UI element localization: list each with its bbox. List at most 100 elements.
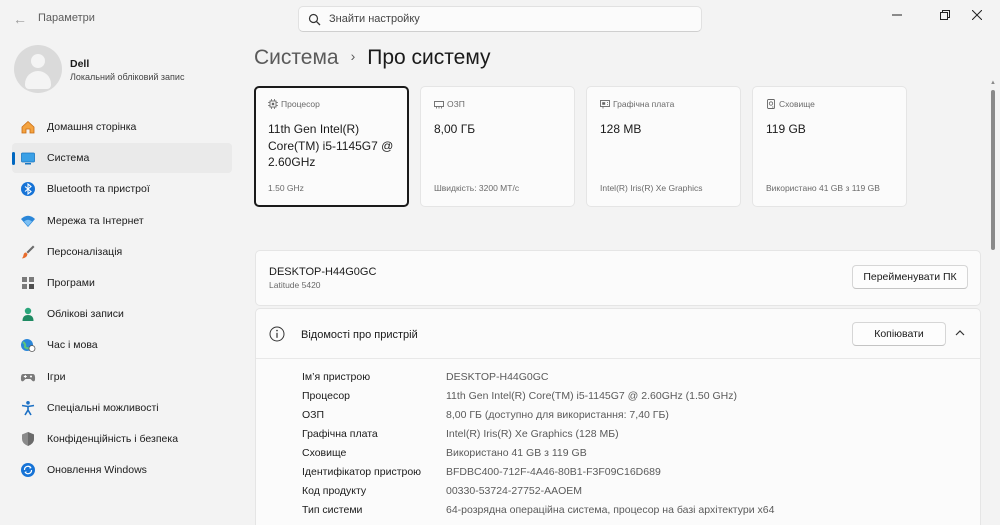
gamepad-icon xyxy=(20,373,36,381)
rename-pc-button[interactable]: Перейменувати ПК xyxy=(852,265,968,289)
user-name: Dell xyxy=(70,58,90,70)
card-label: Процесор xyxy=(281,99,320,109)
avatar[interactable] xyxy=(14,45,62,93)
scroll-up-icon[interactable]: ▲ xyxy=(990,80,996,86)
spec-key: Тип системи xyxy=(302,504,363,516)
spec-row: Сховище Використано 41 GB з 119 GB xyxy=(302,447,962,466)
sidebar-item-label: Час і мова xyxy=(47,339,98,352)
windows-update-icon xyxy=(21,463,35,478)
card-processor[interactable]: Процесор 11th Gen Intel(R) Core(TM) i5-1… xyxy=(254,86,409,207)
paint-brush-icon xyxy=(22,245,35,259)
sidebar-item-privacy[interactable]: Конфіденційність і безпека xyxy=(12,424,232,454)
pc-name-panel: DESKTOP-H44G0GC Latitude 5420 Перейменув… xyxy=(255,250,981,306)
spec-row: Тип системи 64-розрядна операційна систем… xyxy=(302,504,962,523)
spec-key: Процесор xyxy=(302,390,351,402)
card-ram[interactable]: ОЗП 8,00 ГБ Швидкість: 3200 MT/с xyxy=(420,86,575,207)
device-specs-header[interactable]: Відомості про пристрій Копіювати xyxy=(256,309,980,359)
card-subtext: 1.50 GHz xyxy=(268,183,304,193)
spec-row: Ім’я пристрою DESKTOP-H44G0GC xyxy=(302,371,962,390)
spec-row: Процесор 11th Gen Intel(R) Core(TM) i5-11… xyxy=(302,390,962,409)
chevron-up-icon[interactable] xyxy=(954,327,966,339)
breadcrumb: Система › Про систему xyxy=(254,46,491,70)
gpu-icon xyxy=(600,100,610,109)
spec-key: ОЗП xyxy=(302,409,325,421)
card-value: 119 GB xyxy=(766,122,806,136)
sidebar-item-accessibility[interactable]: Спеціальні можливості xyxy=(12,393,232,423)
chevron-right-icon: › xyxy=(350,48,356,64)
sidebar-item-network[interactable]: Мережа та Інтернет xyxy=(12,206,232,236)
card-storage[interactable]: Сховище 119 GB Використано 41 GB з 119 G… xyxy=(752,86,907,207)
system-monitor-icon xyxy=(21,152,35,165)
spec-value[interactable]: DESKTOP-H44G0GC xyxy=(446,371,549,383)
search-icon xyxy=(308,13,321,26)
time-language-icon xyxy=(21,339,36,353)
sidebar-item-accounts[interactable]: Облікові записи xyxy=(12,299,232,329)
wifi-icon xyxy=(21,215,35,227)
sidebar-item-personalization[interactable]: Персоналізація xyxy=(12,237,232,267)
spec-value[interactable]: Використано 41 GB з 119 GB xyxy=(446,447,587,459)
device-specs-title: Відомості про пристрій xyxy=(301,329,418,341)
spec-key: Код продукту xyxy=(302,485,367,497)
scrollbar-thumb[interactable] xyxy=(991,90,995,250)
sidebar-item-label: Оновлення Windows xyxy=(47,464,147,477)
sidebar-item-apps[interactable]: Програми xyxy=(12,268,232,298)
search-input[interactable] xyxy=(329,10,689,28)
cpu-icon xyxy=(268,99,278,109)
shield-icon xyxy=(22,431,34,446)
card-value: 11th Gen Intel(R) Core(TM) i5-1145G7 @ 2… xyxy=(268,122,394,169)
sidebar-item-time-language[interactable]: Час і мова xyxy=(12,330,232,360)
copy-button[interactable]: Копіювати xyxy=(852,322,946,346)
sidebar-nav: Домашня сторінка Система Bluetooth та пр… xyxy=(12,112,232,486)
card-graphics[interactable]: Графічна плата 128 MB Intel(R) Iris(R) X… xyxy=(586,86,741,207)
card-label: ОЗП xyxy=(447,99,465,109)
spec-value[interactable]: Intel(R) Iris(R) Xe Graphics (128 МБ) xyxy=(446,428,619,440)
home-icon xyxy=(21,120,35,134)
pc-name: DESKTOP-H44G0GC xyxy=(269,266,377,278)
sidebar-item-label: Персоналізація xyxy=(47,245,123,258)
sidebar-item-home[interactable]: Домашня сторінка xyxy=(12,112,232,142)
user-account-type: Локальний обліковий запис xyxy=(70,72,185,82)
sidebar-item-label: Конфіденційність і безпека xyxy=(47,432,179,445)
sidebar-item-label: Домашня сторінка xyxy=(47,121,137,133)
scrollbar[interactable]: ▲ xyxy=(990,80,996,525)
info-icon xyxy=(269,326,285,342)
spec-value[interactable]: 8,00 ГБ (доступно для використання: 7,40… xyxy=(446,409,669,421)
spec-key: Графічна плата xyxy=(302,428,378,440)
minimize-icon xyxy=(892,14,902,16)
app-title: Параметри xyxy=(38,12,95,24)
page-title: Про систему xyxy=(367,46,491,69)
back-arrow-icon[interactable]: ← xyxy=(10,10,30,28)
spec-value[interactable]: 11th Gen Intel(R) Core(TM) i5-1145G7 @ 2… xyxy=(446,390,737,402)
minimize-button[interactable] xyxy=(874,4,920,26)
breadcrumb-parent[interactable]: Система xyxy=(254,46,339,69)
card-value: 128 MB xyxy=(600,122,642,136)
spec-row: Графічна плата Intel(R) Iris(R) Xe Graphi… xyxy=(302,428,962,447)
spec-value[interactable]: 64-розрядна операційна система, процесор… xyxy=(446,504,774,516)
sidebar-item-system[interactable]: Система xyxy=(12,143,232,174)
accessibility-icon xyxy=(21,400,35,416)
sidebar-item-gaming[interactable]: Ігри xyxy=(12,362,232,392)
spec-row: Ідентифікатор пристрою BFDBC400-712F-4A46… xyxy=(302,466,962,485)
sidebar-item-label: Мережа та Інтернет xyxy=(47,214,144,227)
apps-icon xyxy=(22,276,34,289)
close-button[interactable] xyxy=(954,4,1000,26)
storage-icon xyxy=(767,99,775,109)
sidebar-item-windows-update[interactable]: Оновлення Windows xyxy=(12,455,232,485)
sidebar-item-label: Програми xyxy=(47,276,95,289)
spec-value[interactable]: BFDBC400-712F-4A46-80B1-F3F09C16D689 xyxy=(446,466,661,478)
spec-row: ОЗП 8,00 ГБ (доступно для використання: 7… xyxy=(302,409,962,428)
ram-icon xyxy=(434,101,444,109)
bluetooth-icon xyxy=(21,182,35,197)
spec-key: Ідентифікатор пристрою xyxy=(302,466,422,478)
restore-icon xyxy=(940,10,950,20)
search-box[interactable] xyxy=(298,6,702,32)
card-subtext: Використано 41 GB з 119 GB xyxy=(766,183,880,193)
sidebar-item-label: Ігри xyxy=(47,370,66,383)
pc-model: Latitude 5420 xyxy=(269,280,321,290)
sidebar-item-bluetooth[interactable]: Bluetooth та пристрої xyxy=(12,174,232,204)
sidebar-item-label: Система xyxy=(47,152,90,165)
spec-value[interactable]: 00330-53724-27752-AAOEM xyxy=(446,485,582,497)
card-label: Сховище xyxy=(779,99,815,109)
sidebar-item-label: Облікові записи xyxy=(47,308,124,321)
card-label: Графічна плата xyxy=(613,99,675,109)
